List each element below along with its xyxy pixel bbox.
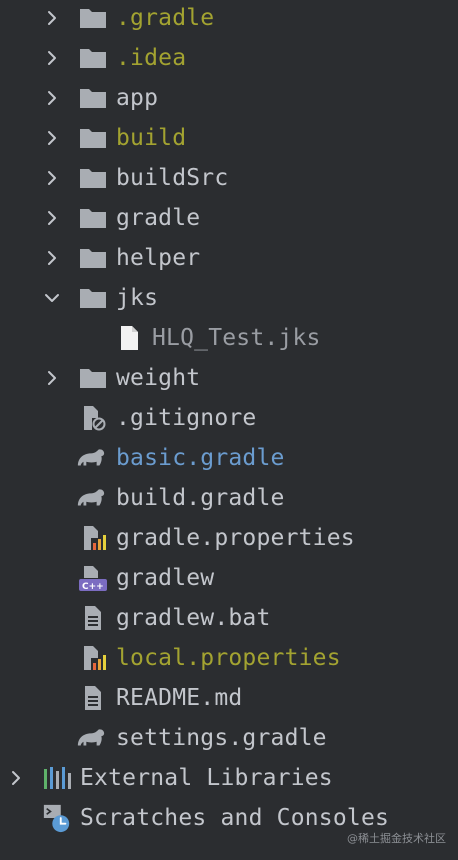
chevron-down-icon[interactable] xyxy=(40,286,64,310)
folder-icon xyxy=(78,283,108,313)
tree-item-label: .gitignore xyxy=(116,405,257,431)
chevron-right-icon[interactable] xyxy=(40,366,64,390)
tree-item-label: local.properties xyxy=(116,645,341,671)
tree-item-label: basic.gradle xyxy=(116,445,285,471)
tree-item-external-libraries[interactable]: External Libraries xyxy=(0,758,458,798)
file-icon xyxy=(114,323,144,353)
tree-item-hlq-test-jks[interactable]: HLQ_Test.jks xyxy=(0,318,458,358)
tree-item-weight-dir[interactable]: weight xyxy=(0,358,458,398)
tree-item-label: HLQ_Test.jks xyxy=(152,325,321,351)
tree-item-label: buildSrc xyxy=(116,165,229,191)
tree-item-label: gradle.properties xyxy=(116,525,355,551)
properties-file-icon xyxy=(78,643,108,673)
tree-item-build-dir[interactable]: build xyxy=(0,118,458,158)
tree-item-label: jks xyxy=(116,285,159,311)
project-tree: .gradle .idea app build buildSrc gradle … xyxy=(0,0,458,860)
tree-item-idea-dir[interactable]: .idea xyxy=(0,38,458,78)
tree-item-jks-dir[interactable]: jks xyxy=(0,278,458,318)
chevron-right-icon[interactable] xyxy=(40,246,64,270)
folder-icon xyxy=(78,3,108,33)
tree-item-label: helper xyxy=(116,245,201,271)
tree-item-gradle-folder[interactable]: gradle xyxy=(0,198,458,238)
chevron-right-icon[interactable] xyxy=(40,46,64,70)
chevron-right-icon[interactable] xyxy=(40,86,64,110)
tree-item-label: build xyxy=(116,125,187,151)
library-icon xyxy=(42,763,72,793)
chevron-right-icon[interactable] xyxy=(40,6,64,30)
tree-item-gradle-properties[interactable]: gradle.properties xyxy=(0,518,458,558)
gradle-elephant-icon xyxy=(76,443,106,473)
tree-item-gradlew[interactable]: C++ gradlew xyxy=(0,558,458,598)
folder-icon xyxy=(78,203,108,233)
folder-icon xyxy=(78,123,108,153)
tree-item-label: gradlew xyxy=(116,565,215,591)
chevron-right-icon[interactable] xyxy=(40,206,64,230)
tree-item-label: gradlew.bat xyxy=(116,605,271,631)
folder-icon xyxy=(78,243,108,273)
chevron-right-icon[interactable] xyxy=(4,766,28,790)
tree-item-helper-dir[interactable]: helper xyxy=(0,238,458,278)
folder-icon xyxy=(78,43,108,73)
gradle-elephant-icon xyxy=(76,483,106,513)
tree-item-label: External Libraries xyxy=(80,765,333,791)
tree-item-settings-gradle[interactable]: settings.gradle xyxy=(0,718,458,758)
tree-item-label: README.md xyxy=(116,685,243,711)
tree-item-label: app xyxy=(116,85,159,111)
tree-item-label: build.gradle xyxy=(116,485,285,511)
gradle-elephant-icon xyxy=(76,723,106,753)
tree-item-label: weight xyxy=(116,365,201,391)
watermark: @稀土掘金技术社区 xyxy=(347,832,446,845)
tree-item-basic-gradle[interactable]: basic.gradle xyxy=(0,438,458,478)
text-file-icon xyxy=(78,603,108,633)
tree-item-gitignore[interactable]: .gitignore xyxy=(0,398,458,438)
tree-item-label: settings.gradle xyxy=(116,725,327,751)
chevron-right-icon[interactable] xyxy=(40,166,64,190)
tree-item-label: gradle xyxy=(116,205,201,231)
folder-icon xyxy=(78,363,108,393)
tree-item-readme[interactable]: README.md xyxy=(0,678,458,718)
markdown-file-icon xyxy=(78,683,108,713)
folder-icon xyxy=(78,163,108,193)
tree-item-app-dir[interactable]: app xyxy=(0,78,458,118)
tree-item-label: Scratches and Consoles xyxy=(80,805,390,831)
properties-file-icon xyxy=(78,523,108,553)
tree-item-label: .idea xyxy=(116,45,187,71)
scratches-console-icon xyxy=(42,803,72,833)
chevron-right-icon[interactable] xyxy=(40,126,64,150)
folder-icon xyxy=(78,83,108,113)
tree-item-local-properties[interactable]: local.properties xyxy=(0,638,458,678)
tree-item-label: .gradle xyxy=(116,5,215,31)
gitignore-file-icon xyxy=(78,403,108,433)
svg-text:C++: C++ xyxy=(82,582,104,592)
tree-item-buildsrc-dir[interactable]: buildSrc xyxy=(0,158,458,198)
tree-item-gradle-dir[interactable]: .gradle xyxy=(0,0,458,38)
cpp-file-icon: C++ xyxy=(78,563,108,593)
tree-item-gradlew-bat[interactable]: gradlew.bat xyxy=(0,598,458,638)
tree-item-build-gradle[interactable]: build.gradle xyxy=(0,478,458,518)
